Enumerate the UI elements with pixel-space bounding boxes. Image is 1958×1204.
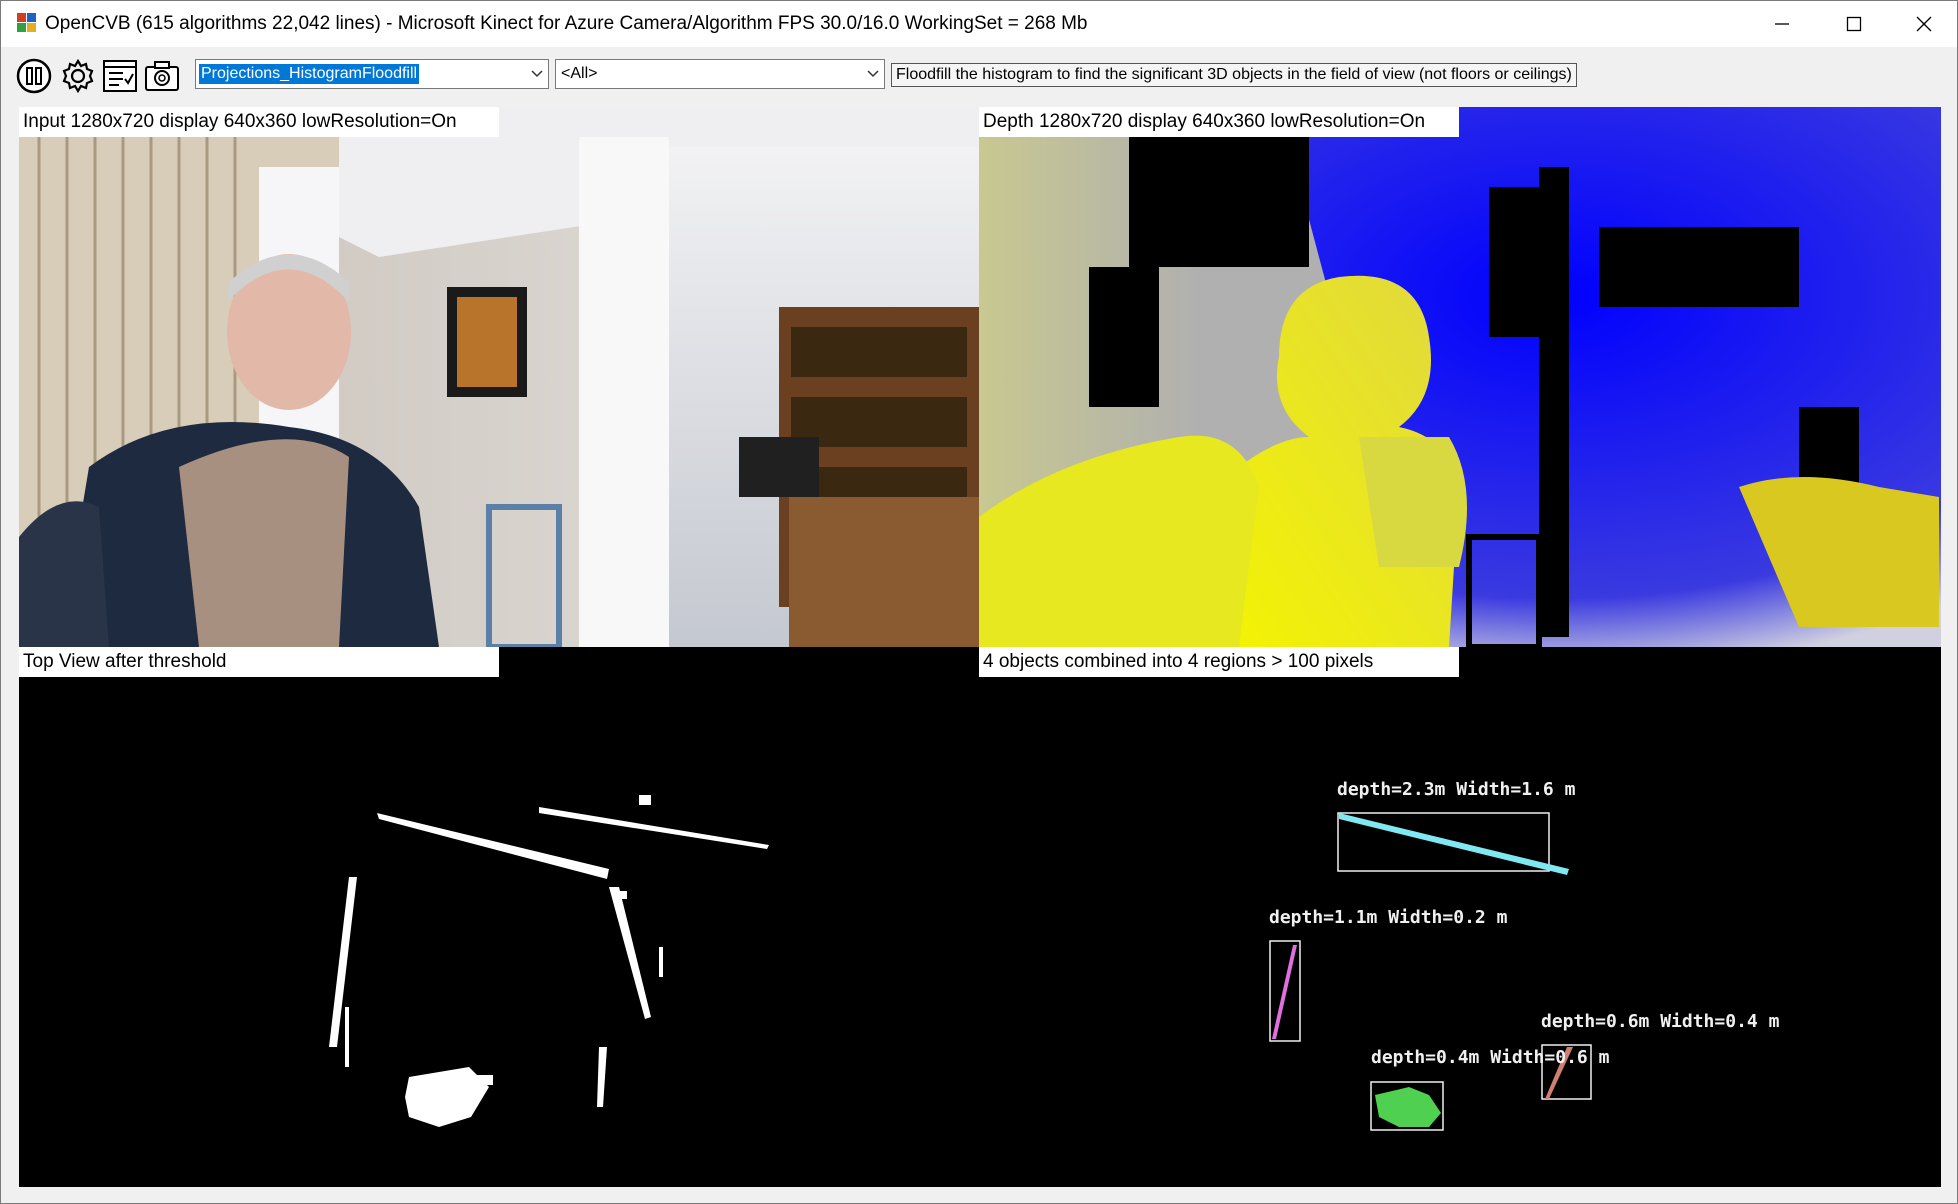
object-label: depth=0.6m Width=0.4 m [1541,1011,1780,1032]
depth-scene [979,107,1941,647]
opencvb-window: OpenCVB (615 algorithms 22,042 lines) - … [0,0,1958,1204]
checklist-icon[interactable] [101,57,139,95]
maximize-icon [1846,16,1862,32]
depth-image[interactable]: Depth 1280x720 display 640x360 lowResolu… [979,107,1941,647]
input-image[interactable]: Input 1280x720 display 640x360 lowResolu… [19,107,979,647]
object-label: depth=1.1m Width=0.2 m [1269,907,1508,928]
topview-image[interactable]: Top View after threshold [19,647,979,1187]
maximize-button[interactable] [1819,1,1889,47]
object-label: depth=2.3m Width=1.6 m [1337,779,1576,800]
topview-label: Top View after threshold [19,647,499,677]
title-bar[interactable]: OpenCVB (615 algorithms 22,042 lines) - … [1,1,1957,47]
minimize-icon [1775,23,1789,25]
window-title: OpenCVB (615 algorithms 22,042 lines) - … [45,13,1088,34]
chevron-down-icon[interactable] [526,60,548,88]
input-scene [19,107,979,647]
objects-image[interactable]: depth=2.3m Width=1.6 m depth=1.1m Width=… [979,647,1941,1187]
group-select-value: <All> [561,65,598,82]
object-label: depth=0.4m Width=0.6 m [1371,1047,1610,1068]
close-button[interactable] [1889,1,1958,47]
algorithm-select-value: Projections_HistogramFloodfill [199,64,420,84]
gear-icon[interactable] [59,57,97,95]
group-select[interactable]: <All> [555,59,885,89]
objects-label: 4 objects combined into 4 regions > 100 … [979,647,1459,677]
minimize-button[interactable] [1747,1,1817,47]
input-label: Input 1280x720 display 640x360 lowResolu… [19,107,499,137]
chevron-down-icon[interactable] [862,60,884,88]
depth-label: Depth 1280x720 display 640x360 lowResolu… [979,107,1459,137]
close-icon [1916,16,1932,32]
algorithm-select[interactable]: Projections_HistogramFloodfill [195,59,549,89]
app-icon [17,13,36,32]
camera-icon[interactable] [143,57,181,95]
pause-icon[interactable] [15,57,53,95]
topview-points [19,647,979,1187]
algorithm-description: Floodfill the histogram to find the sign… [891,63,1577,87]
